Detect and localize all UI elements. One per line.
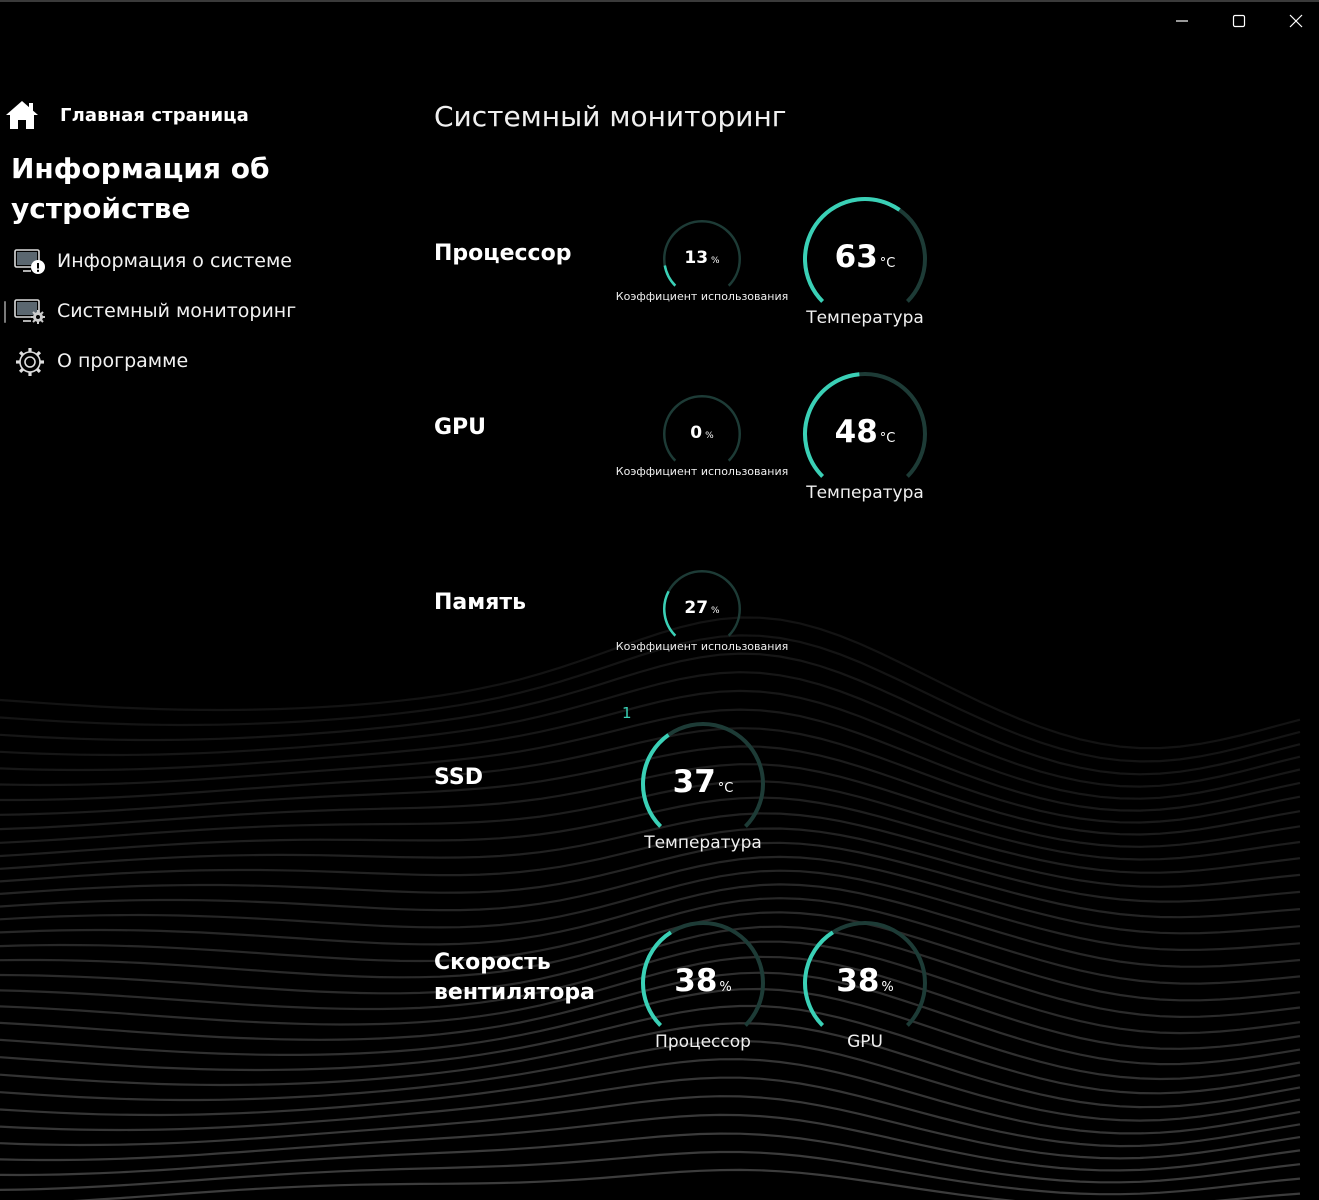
monitor-info-icon [14,249,45,274]
wave-line [0,1058,1301,1135]
gauge-label: Температура [806,308,924,328]
gauge-label: Температура [644,833,762,853]
gear-icon [16,348,44,376]
gauge-unit: °C [879,256,896,271]
gauge-unit: % [711,606,720,616]
wave-line [0,1132,1301,1184]
gauge-value-wrap: 0% [662,423,742,443]
gauge-value-wrap: 38% [802,963,928,999]
wave-line [0,1095,1301,1160]
sidebar-item-label: Системный мониторинг [57,300,297,322]
gpu-usage-gauge: 0% Коэффициент использования [616,394,788,478]
gauge-value-wrap: 27% [662,598,742,618]
maximize-button[interactable] [1211,4,1267,38]
ssd-temperature-gauge: 37 °C Температура [640,721,766,853]
wave-line [0,1076,1301,1148]
gauge-value: 0 [690,423,703,443]
sidebar-item-label: О программе [57,350,189,372]
wave-line [72,1168,1301,1200]
minimize-button[interactable] [1154,4,1210,38]
gauge-label: Коэффициент использования [615,640,789,653]
wave-line [0,1150,1301,1196]
sidebar-item-label: Информация о системе [57,250,292,272]
gauge-unit: % [881,980,894,995]
fan-label-line2: вентилятора [434,980,595,1005]
home-label: Главная страница [60,104,249,126]
gauge-value: 13 [684,248,709,268]
gauge-value: 37 [672,764,716,800]
gpu-label: GPU [434,415,487,440]
gauge-value: 48 [834,414,878,450]
cpu-temperature-gauge: 63 °C Температура [802,196,928,328]
section-title: Информация об устройстве [11,152,270,225]
gauge-unit: % [711,256,720,266]
gauge-value: 63 [834,239,878,275]
memory-usage-gauge: 27% Коэффициент использования [616,569,788,653]
fan-gpu-gauge: 38% GPU [802,920,928,1052]
memory-label: Память [434,590,527,615]
gauge-label: Коэффициент использования [615,465,789,478]
gauge-value: 38 [836,963,880,999]
gauge-value-wrap: 38% [640,963,766,999]
wave-line [0,841,1301,919]
gauge-value-wrap: 48 °C [802,414,928,450]
wave-line [0,1039,1301,1122]
gauge-value-wrap: 37 °C [640,764,766,800]
ssd-label: SSD [434,765,483,790]
home-button[interactable]: Главная страница [4,96,249,134]
close-icon [1289,14,1303,28]
gauge-label: Коэффициент использования [615,290,789,303]
monitor-gear-icon [14,299,45,324]
gauge-value: 38 [674,963,718,999]
gauge-value: 27 [684,598,709,618]
sidebar-item-system-monitoring[interactable]: Системный мониторинг [0,291,330,331]
ssd-index: 1 [622,704,632,722]
minimize-icon [1176,20,1188,22]
gauge-label: GPU [847,1032,883,1052]
gauge-progress [663,265,677,287]
close-button[interactable] [1268,4,1319,38]
maximize-icon [1232,14,1246,28]
gauge-value-wrap: 63 °C [802,239,928,275]
fan-label: Скорость вентилятора [434,948,595,1008]
sidebar-item-system-info[interactable]: Информация о системе [0,241,330,281]
home-icon [6,101,38,129]
gauge-unit: °C [879,431,896,446]
wave-line [0,1113,1301,1172]
gauge-value-wrap: 13% [662,248,742,268]
gauge-unit: °C [717,781,734,796]
gauge-label: Процессор [655,1032,751,1052]
window-top-border [0,0,1319,2]
sidebar-item-about[interactable]: О программе [0,341,330,381]
selected-indicator [4,301,6,323]
cpu-usage-gauge: 13% Коэффициент использования [616,219,788,303]
page-title: Системный мониторинг [434,100,787,133]
gauge-unit: % [719,980,732,995]
gpu-temperature-gauge: 48 °C Температура [802,371,928,503]
fan-label-line1: Скорость [434,950,551,975]
gauge-label: Температура [806,483,924,503]
fan-cpu-gauge: 38% Процессор [640,920,766,1052]
cpu-label: Процессор [434,241,572,266]
gauge-unit: % [705,431,714,441]
